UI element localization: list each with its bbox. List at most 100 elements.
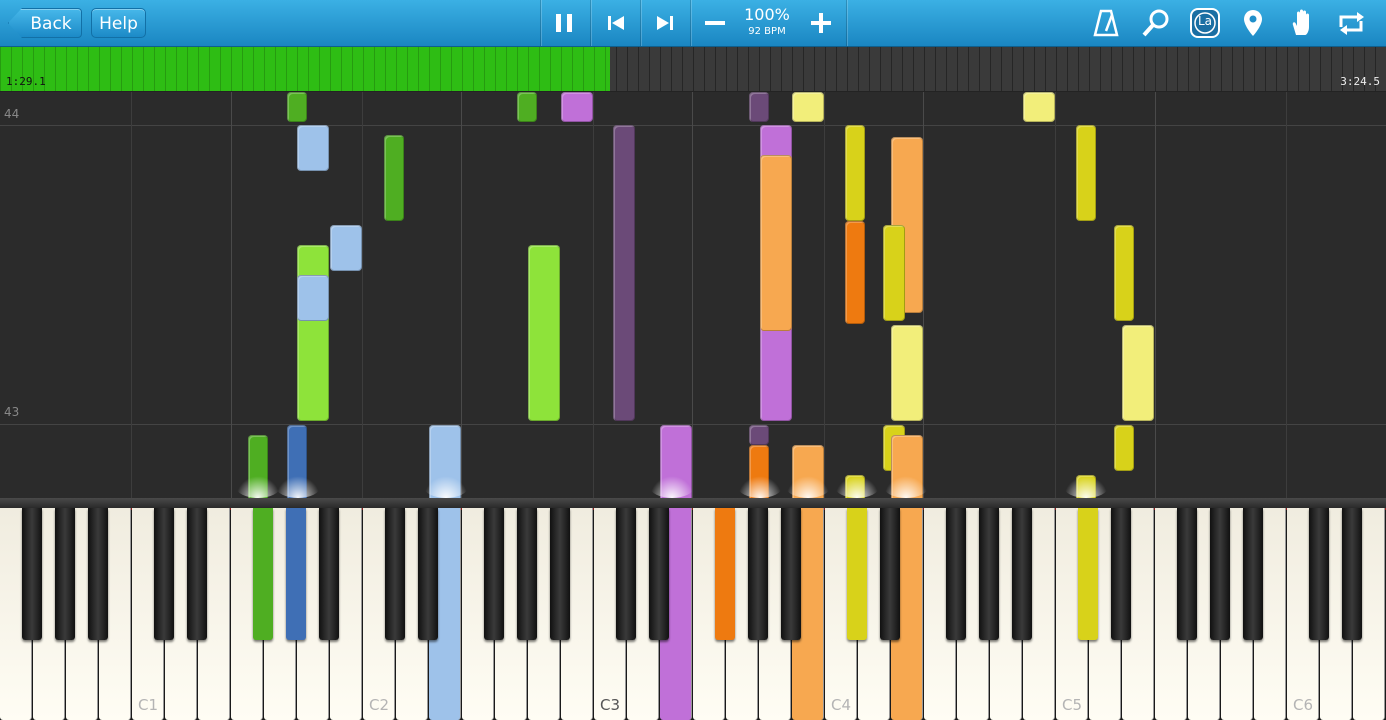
falling-note (287, 92, 307, 122)
falling-note (613, 125, 635, 421)
skip-back-icon[interactable] (600, 7, 632, 39)
key-hit-glow (424, 476, 468, 498)
grid-line (692, 92, 693, 498)
black-key[interactable] (55, 508, 75, 640)
falling-note (845, 221, 865, 324)
black-key[interactable] (1012, 508, 1032, 640)
falling-note (517, 92, 537, 122)
measure-number: 44 (4, 107, 20, 121)
help-button[interactable]: Help (91, 8, 146, 38)
falling-note (749, 425, 769, 445)
black-key[interactable] (649, 508, 669, 640)
piano-keyboard[interactable]: C1 C2 C3 C4 C5 C6 (0, 498, 1386, 720)
black-key[interactable] (946, 508, 966, 640)
grid-line (1155, 92, 1156, 498)
falling-note (883, 225, 905, 321)
black-key[interactable] (1210, 508, 1230, 640)
key-hit-glow (738, 476, 782, 498)
octave-label: C6 (1292, 696, 1314, 714)
falling-note (561, 92, 593, 122)
key-hit-glow (276, 476, 320, 498)
grid-line (231, 92, 232, 498)
black-key[interactable] (1342, 508, 1362, 640)
octave-label: C5 (1061, 696, 1083, 714)
key-hit-glow (236, 476, 280, 498)
black-key[interactable] (616, 508, 636, 640)
key-hit-glow (835, 476, 879, 498)
toolbar: Back Help 100% 92 BPM La (0, 0, 1386, 47)
back-button[interactable]: Back (8, 8, 82, 38)
falling-note (1023, 92, 1055, 122)
minus-icon[interactable] (699, 7, 731, 39)
black-key[interactable] (979, 508, 999, 640)
falling-note (792, 92, 824, 122)
grid-line (461, 92, 462, 498)
black-key[interactable] (418, 508, 438, 640)
black-key[interactable] (1243, 508, 1263, 640)
falling-note (1076, 125, 1096, 221)
black-key[interactable] (286, 508, 306, 640)
measure-line (0, 125, 1386, 126)
key-hit-glow (1064, 476, 1108, 498)
black-key[interactable] (880, 508, 900, 640)
label-la-icon[interactable]: La (1189, 7, 1221, 39)
black-key[interactable] (517, 508, 537, 640)
falling-note (297, 245, 329, 421)
black-key[interactable] (484, 508, 504, 640)
falling-note (845, 125, 865, 221)
black-key[interactable] (253, 508, 273, 640)
black-key[interactable] (1111, 508, 1131, 640)
falling-note (297, 275, 329, 321)
black-key[interactable] (550, 508, 570, 640)
loop-icon[interactable] (1335, 7, 1367, 39)
grid-line (1286, 92, 1287, 498)
black-key[interactable] (22, 508, 42, 640)
grid-line (131, 92, 132, 498)
current-time: 1:29.1 (6, 75, 46, 88)
location-pin-icon[interactable] (1237, 7, 1269, 39)
metronome-icon[interactable] (1090, 7, 1122, 39)
falling-note (1114, 425, 1134, 471)
falling-note (297, 125, 329, 171)
black-key[interactable] (715, 508, 735, 640)
separator (640, 0, 641, 46)
black-key[interactable] (1177, 508, 1197, 640)
black-key[interactable] (319, 508, 339, 640)
octave-label: C3 (599, 696, 621, 714)
separator (846, 0, 847, 46)
black-key[interactable] (385, 508, 405, 640)
separator (540, 0, 541, 46)
skip-forward-icon[interactable] (649, 7, 681, 39)
song-progress-bar[interactable]: 1:29.1 3:24.5 (0, 47, 1386, 91)
pause-icon[interactable] (548, 7, 580, 39)
measure-number: 43 (4, 405, 20, 419)
octave-label: C2 (368, 696, 390, 714)
grid-line (362, 92, 363, 498)
falling-note (760, 155, 792, 331)
falling-note (330, 225, 362, 271)
black-key[interactable] (88, 508, 108, 640)
total-time: 3:24.5 (1340, 75, 1380, 88)
falling-notes-area: 44 43 (0, 92, 1386, 498)
falling-note (528, 245, 560, 421)
key-hit-glow (650, 476, 694, 498)
black-key[interactable] (154, 508, 174, 640)
hand-icon[interactable] (1286, 7, 1318, 39)
measure-line (0, 424, 1386, 425)
zoom-level: 100% (744, 5, 790, 24)
plus-icon[interactable] (805, 7, 837, 39)
black-key[interactable] (187, 508, 207, 640)
grid-line (923, 92, 924, 498)
falling-note (749, 92, 769, 122)
grid-line (824, 92, 825, 498)
octave-label: C4 (830, 696, 852, 714)
black-key[interactable] (847, 508, 867, 640)
falling-note (1122, 325, 1154, 421)
black-key[interactable] (1309, 508, 1329, 640)
grid-line (593, 92, 594, 498)
falling-note (384, 135, 404, 221)
black-key[interactable] (748, 508, 768, 640)
black-key[interactable] (1078, 508, 1098, 640)
black-key[interactable] (781, 508, 801, 640)
magnifier-icon[interactable] (1140, 7, 1172, 39)
